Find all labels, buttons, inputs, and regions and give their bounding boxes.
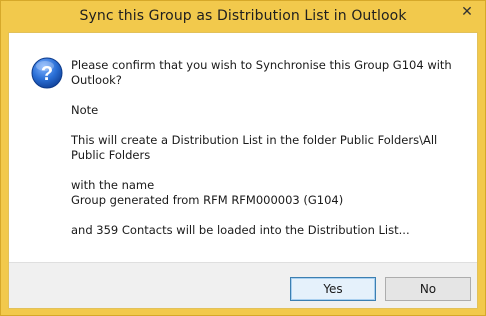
confirm-question: Please confirm that you wish to Synchron…	[71, 58, 452, 87]
note-name-info: with the name Group generated from RFM R…	[71, 178, 461, 208]
note-heading: Note	[71, 103, 99, 117]
message-text: Please confirm that you wish to Synchron…	[71, 58, 461, 253]
question-icon: ?	[31, 57, 63, 89]
yes-button[interactable]: Yes	[290, 277, 376, 301]
question-glyph: ?	[41, 63, 53, 85]
title-bar[interactable]: Sync this Group as Distribution List in …	[1, 1, 485, 32]
dialog-title: Sync this Group as Distribution List in …	[79, 8, 407, 24]
note-folder-info: This will create a Distribution List in …	[71, 133, 438, 162]
close-button[interactable]: ✕	[455, 2, 479, 21]
name-label: with the name	[71, 178, 155, 192]
group-name: Group generated from RFM RFM000003 (G104…	[71, 193, 344, 207]
dialog-window: Sync this Group as Distribution List in …	[0, 0, 486, 316]
dialog-client-area: ? Please confirm that you wish to Synchr…	[8, 32, 478, 309]
close-icon: ✕	[461, 3, 473, 20]
button-bar: Yes No	[9, 262, 477, 308]
no-button[interactable]: No	[385, 277, 471, 301]
message-area: ? Please confirm that you wish to Synchr…	[9, 33, 477, 262]
contacts-info: and 359 Contacts will be loaded into the…	[71, 223, 410, 237]
